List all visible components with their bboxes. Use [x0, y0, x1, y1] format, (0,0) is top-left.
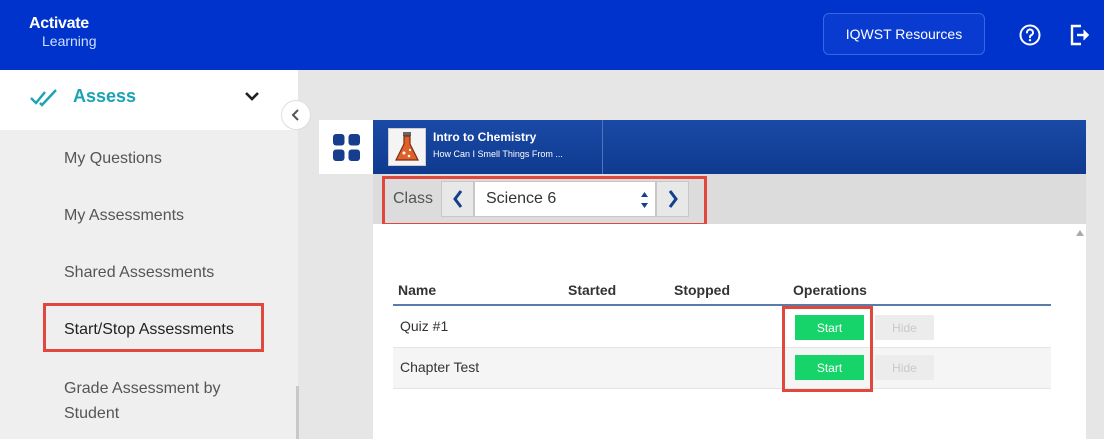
logo-line-2: Learning [42, 33, 97, 49]
table-row [393, 348, 1051, 389]
logout-icon[interactable] [1070, 24, 1090, 46]
column-header-stopped: Stopped [674, 282, 730, 298]
column-header-name: Name [398, 282, 437, 298]
sidebar-section-label: Assess [73, 86, 137, 106]
logo-line-1: Activate [29, 15, 89, 32]
sidebar-item-my-assessments[interactable]: My Assessments [64, 203, 184, 228]
content-scrollbar[interactable] [1086, 224, 1104, 439]
scroll-up-arrow-icon[interactable] [1076, 230, 1084, 236]
unit-title: Intro to Chemistry [433, 130, 537, 144]
highlight-box-class-selector [382, 176, 707, 226]
sidebar-section-assess[interactable]: Assess [0, 70, 298, 130]
flask-icon [389, 129, 425, 165]
chevron-down-icon[interactable] [244, 90, 260, 102]
column-header-started: Started [568, 282, 617, 298]
sidebar-item-my-questions[interactable]: My Questions [64, 146, 162, 171]
activate-learning-logo[interactable]: Activate Learning [29, 15, 97, 49]
double-check-icon [30, 89, 57, 107]
grid-icon [333, 134, 360, 161]
hide-button[interactable]: Hide [875, 355, 934, 380]
sidebar-scrollbar[interactable] [296, 386, 299, 439]
iqwst-resources-button[interactable]: IQWST Resources [823, 13, 985, 55]
top-bar: Activate Learning IQWST Resources [0, 0, 1104, 70]
unit-banner[interactable]: Intro to Chemistry How Can I Smell Thing… [373, 120, 1086, 174]
unit-cover [388, 128, 426, 166]
assessment-name: Chapter Test [400, 359, 480, 375]
banner-divider [602, 120, 603, 174]
apps-grid-button[interactable] [319, 120, 373, 174]
column-header-operations: Operations [793, 282, 867, 298]
row-divider [393, 388, 1051, 389]
highlight-box-sidebar [43, 303, 264, 352]
hide-button[interactable]: Hide [875, 315, 934, 340]
sidebar-item-grade-assessment-by-student[interactable]: Grade Assessment by Student [64, 376, 264, 426]
highlight-box-start-buttons [782, 306, 873, 392]
assessment-name: Quiz #1 [400, 318, 449, 334]
sidebar-collapse-button[interactable] [281, 100, 311, 130]
chevron-left-icon [291, 109, 299, 121]
sidebar: Assess My Questions My Assessments Share… [0, 70, 311, 439]
table-row [393, 306, 1051, 347]
sidebar-item-shared-assessments[interactable]: Shared Assessments [64, 260, 214, 285]
help-circle-icon[interactable] [1019, 24, 1041, 46]
unit-subtitle: How Can I Smell Things From ... [433, 149, 563, 159]
